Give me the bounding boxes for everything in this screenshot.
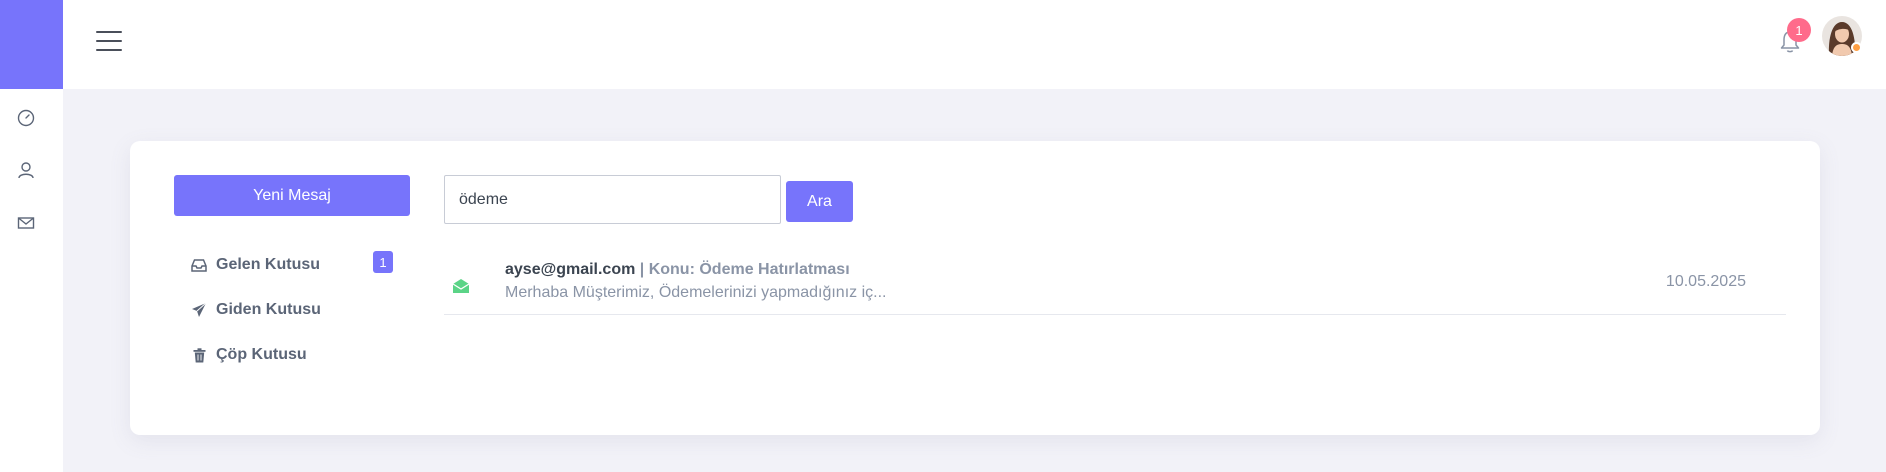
trash-icon: [190, 347, 208, 363]
message-sender: ayse@gmail.com: [505, 261, 636, 278]
folder-label: Giden Kutusu: [216, 301, 321, 318]
message-header: ayse@gmail.com | Konu: Ödeme Hatırlatmas…: [505, 261, 850, 279]
hamburger-menu-icon[interactable]: [96, 31, 122, 53]
new-message-button[interactable]: Yeni Mesaj: [174, 175, 410, 216]
message-subject: Konu: Ödeme Hatırlatması: [648, 261, 850, 278]
folder-label: Çöp Kutusu: [216, 346, 307, 363]
user-icon[interactable]: [14, 158, 38, 182]
folder-inbox[interactable]: Gelen Kutusu: [190, 254, 320, 276]
message-preview: Merhaba Müşterimiz, Ödemelerinizi yapmad…: [505, 284, 887, 301]
search-input[interactable]: [444, 175, 781, 224]
message-row[interactable]: ayse@gmail.com | Konu: Ödeme Hatırlatmas…: [444, 253, 1786, 315]
envelope-open-icon: [452, 278, 470, 294]
top-bar: 1: [63, 0, 1886, 89]
folder-label: Gelen Kutusu: [216, 256, 321, 273]
mail-icon[interactable]: [14, 211, 38, 235]
message-date: 10.05.2025: [1665, 273, 1746, 290]
send-icon: [190, 302, 208, 318]
inbox-count-badge: 1: [373, 251, 393, 273]
notification-count-badge: 1: [1787, 18, 1811, 42]
folder-sent[interactable]: Giden Kutusu: [190, 299, 321, 321]
dashboard-icon[interactable]: [14, 105, 38, 129]
status-indicator: [1851, 42, 1862, 53]
folder-trash[interactable]: Çöp Kutusu: [190, 344, 307, 366]
brand-block[interactable]: [0, 0, 63, 89]
message-separator: |: [635, 261, 649, 278]
inbox-icon: [190, 257, 208, 273]
mailbox-card: Yeni Mesaj Gelen Kutusu 1 Giden Kutusu Ç…: [130, 141, 1820, 435]
left-rail: [0, 0, 63, 472]
search-button[interactable]: Ara: [786, 181, 853, 222]
